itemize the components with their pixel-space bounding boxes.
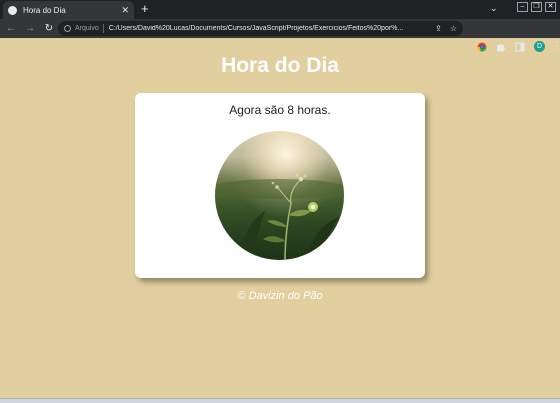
tab-bar: Hora do Dia ✕ + ⌄ – ❐ ✕ [0, 0, 560, 19]
info-icon[interactable] [64, 25, 71, 32]
close-window-button[interactable]: ✕ [545, 2, 556, 12]
time-of-day-photo [215, 131, 344, 260]
tab-close-icon[interactable]: ✕ [121, 5, 129, 15]
tab-search-chevron-icon[interactable]: ⌄ [490, 3, 498, 14]
page-content: Hora do Dia Agora são 8 horas. © Davizin… [0, 38, 560, 398]
browser-toolbar: ← → ↻ Arquivo C:/Users/David%20Lucas/Doc… [0, 19, 560, 52]
back-arrow-icon[interactable]: ← [3, 23, 19, 34]
page-title: Hora do Dia [221, 54, 339, 77]
plant-illustration [215, 173, 344, 260]
window-controls: – ❐ ✕ [517, 2, 556, 12]
time-message: Agora são 8 horas. [229, 103, 331, 117]
new-tab-button[interactable]: + [141, 2, 149, 16]
restore-button[interactable]: ❐ [531, 2, 542, 12]
scheme-label: Arquivo [75, 25, 99, 32]
favicon-icon [8, 5, 17, 15]
os-taskbar [0, 398, 560, 403]
minimize-button[interactable]: – [517, 2, 528, 12]
address-bar[interactable]: Arquivo C:/Users/David%20Lucas/Documents… [58, 21, 463, 36]
bookmark-star-icon[interactable]: ☆ [450, 24, 457, 33]
tab-title: Hora do Dia [23, 5, 66, 15]
omnibox-actions: ⇪ ☆ [435, 24, 457, 33]
reload-icon[interactable]: ↻ [41, 23, 57, 34]
time-card: Agora são 8 horas. [135, 93, 425, 278]
share-icon[interactable]: ⇪ [435, 24, 442, 33]
omnibox-divider [102, 24, 104, 33]
url-text[interactable]: C:/Users/David%20Lucas/Documents/Cursos/… [109, 25, 431, 32]
footer-credit: © Davizin do Pão [237, 290, 323, 302]
tab-hora-do-dia[interactable]: Hora do Dia ✕ [3, 1, 134, 19]
forward-arrow-icon[interactable]: → [22, 23, 38, 34]
